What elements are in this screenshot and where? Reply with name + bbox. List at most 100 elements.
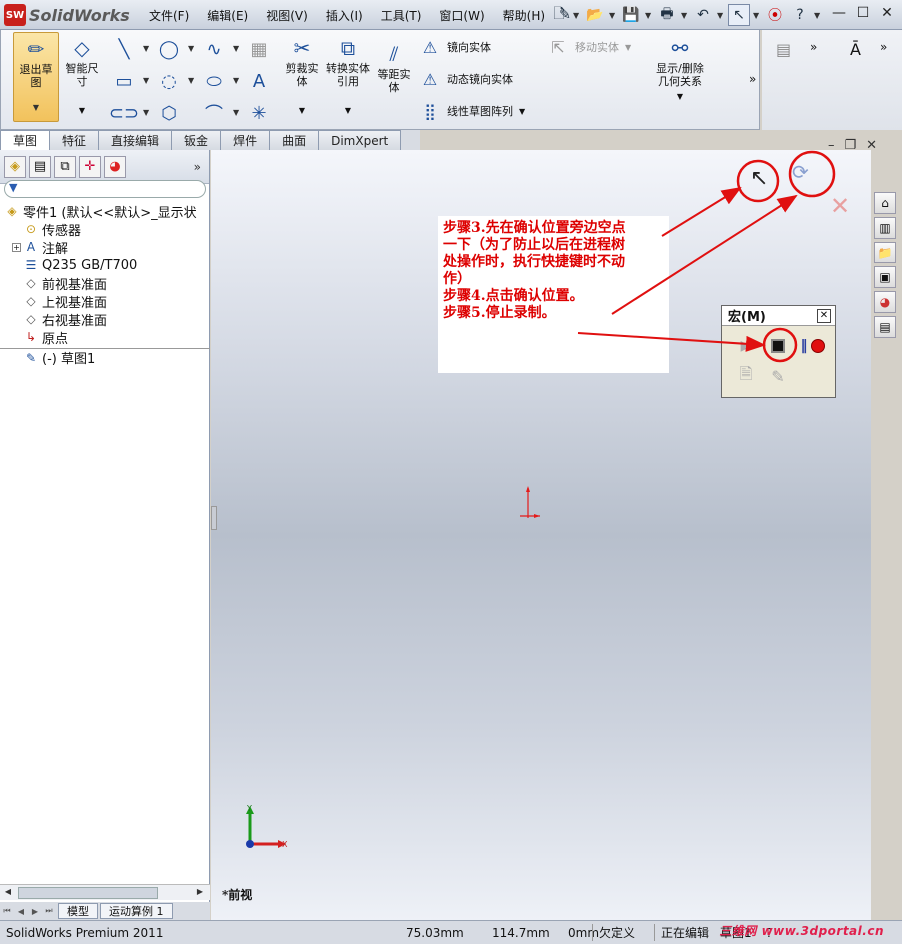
polygon-icon[interactable]: ⬡	[156, 100, 182, 126]
design-library-icon[interactable]: ▥	[874, 216, 896, 239]
convert-dropdown-icon[interactable]: ▼	[345, 104, 351, 117]
tree-item[interactable]: ◇ 上视基准面	[0, 292, 210, 310]
select-dropdown-icon[interactable]: ▼	[753, 11, 761, 20]
construction-grid-icon[interactable]: ▦	[246, 36, 272, 62]
line-icon[interactable]: ╲	[111, 36, 137, 62]
tab-model[interactable]: 模型	[58, 903, 98, 919]
tree-item[interactable]: ◈ 零件1 (默认<<默认>_显示状	[0, 202, 210, 220]
macro-record-icon[interactable]	[808, 336, 828, 356]
appearances-icon[interactable]: ◕	[874, 291, 896, 314]
panel-horizontal-scrollbar[interactable]: ◀ ▶	[0, 884, 210, 900]
first-tab-icon[interactable]: ⏮	[0, 906, 14, 916]
view-palette-icon[interactable]: ▣	[874, 266, 896, 289]
command-more-icon[interactable]: »	[749, 72, 756, 86]
relations-dropdown-icon[interactable]: ▼	[677, 90, 683, 103]
menu-file[interactable]: 文件(F)	[140, 7, 198, 24]
line-dropdown-icon[interactable]: ▼	[143, 44, 149, 53]
move-dropdown-icon[interactable]: ▼	[625, 43, 631, 52]
menu-insert[interactable]: 插入(I)	[317, 7, 372, 24]
macro-close-button[interactable]: ✕	[817, 309, 831, 323]
tree-filter-input[interactable]: ▼	[4, 180, 206, 198]
save-icon[interactable]: 💾	[620, 4, 642, 26]
macro-new-icon[interactable]: 🗎	[736, 364, 756, 386]
new-document-icon[interactable]: 🗋	[548, 4, 570, 26]
tab-weldments[interactable]: 焊件	[220, 130, 271, 150]
tree-item[interactable]: ◇ 右视基准面	[0, 310, 210, 328]
panel-collapse-handle[interactable]	[211, 506, 217, 530]
arc-dropdown-icon[interactable]: ▼	[188, 76, 194, 85]
ellipse-dropdown-icon[interactable]: ▼	[233, 76, 239, 85]
rectangle-icon[interactable]: ▭	[111, 68, 137, 94]
solidworks-logo[interactable]: SW SolidWorks	[4, 3, 138, 27]
circle-dropdown-icon[interactable]: ▼	[188, 44, 194, 53]
menu-edit[interactable]: 编辑(E)	[198, 7, 257, 24]
fillet-icon[interactable]: ⌒	[201, 100, 227, 126]
menu-view[interactable]: 视图(V)	[257, 7, 317, 24]
dynamic-mirror-button[interactable]: ⚠ 动态镜向实体	[419, 68, 513, 90]
panel-more-icon[interactable]: »	[194, 160, 201, 174]
help-question-icon[interactable]: ?	[789, 4, 811, 26]
smart-dimension-dropdown-icon[interactable]: ▼	[79, 104, 85, 117]
smart-dimension-button[interactable]: ◇ 智能尺寸 ▼	[61, 34, 103, 117]
print-dropdown-icon[interactable]: ▼	[681, 11, 689, 20]
dimxpert-manager-tab-icon[interactable]: ✛	[79, 155, 101, 178]
menu-window[interactable]: 窗口(W)	[430, 7, 493, 24]
arc-icon[interactable]: ◌	[156, 68, 182, 94]
spline-icon[interactable]: ∿	[201, 36, 227, 62]
open-dropdown-icon[interactable]: ▼	[609, 11, 617, 20]
maximize-icon[interactable]: ☐	[854, 4, 872, 22]
traffic-light-icon[interactable]: ⦿	[764, 4, 786, 26]
select-cursor-icon[interactable]: ↖	[728, 4, 750, 26]
tree-item[interactable]: ☰ Q235 GB/T700	[0, 256, 210, 274]
prev-tab-icon[interactable]: ◀	[14, 907, 28, 916]
menu-tools[interactable]: 工具(T)	[372, 7, 431, 24]
viewport-minimize-icon[interactable]: –	[828, 138, 835, 153]
linear-pattern-dropdown-icon[interactable]: ▼	[519, 107, 525, 116]
viewport-restore-icon[interactable]: ❐	[845, 138, 857, 153]
tree-item[interactable]: + A 注解	[0, 238, 210, 256]
view-more-icon[interactable]: »	[880, 40, 887, 54]
solidworks-resources-icon[interactable]: ⌂	[874, 192, 896, 214]
convert-entities-button[interactable]: ⧉ 转换实体引用 ▼	[325, 34, 371, 117]
text-icon[interactable]: A	[246, 68, 272, 94]
mirror-entities-button[interactable]: ⚠ 镜向实体	[419, 36, 491, 58]
move-entities-button[interactable]: ⇱ 移动实体 ▼	[547, 36, 631, 58]
next-tab-icon[interactable]: ▶	[28, 907, 42, 916]
fillet-dropdown-icon[interactable]: ▼	[233, 108, 239, 117]
ellipse-icon[interactable]: ⬭	[201, 68, 227, 94]
tab-sheet-metal[interactable]: 钣金	[171, 130, 222, 150]
offset-entities-button[interactable]: ⫽ 等距实体	[373, 40, 415, 95]
view-text-icon[interactable]: Ā	[850, 40, 861, 59]
minimize-icon[interactable]: —	[830, 4, 848, 22]
tree-item[interactable]: ⊙ 传感器	[0, 220, 210, 238]
tab-motion-study[interactable]: 运动算例 1	[100, 903, 173, 919]
configuration-manager-tab-icon[interactable]: ⧉	[54, 155, 76, 178]
exit-sketch-button[interactable]: ✏ 退出草图 ▼	[13, 32, 59, 122]
confirm-sketch-icon[interactable]: ⟳	[792, 160, 809, 184]
extra-more-icon[interactable]: »	[810, 40, 817, 54]
rectangle-dropdown-icon[interactable]: ▼	[143, 76, 149, 85]
cancel-sketch-icon[interactable]: ✕	[830, 192, 850, 220]
feature-manager-tab-icon[interactable]: ◈	[4, 155, 26, 178]
tab-dimxpert[interactable]: DimXpert	[318, 130, 402, 150]
file-explorer-icon[interactable]: 📁	[874, 241, 896, 264]
trim-entities-button[interactable]: ✂ 剪裁实体 ▼	[281, 34, 323, 117]
slot-dropdown-icon[interactable]: ▼	[143, 108, 149, 117]
save-dropdown-icon[interactable]: ▼	[645, 11, 653, 20]
macro-stop-icon[interactable]	[768, 336, 788, 356]
trim-dropdown-icon[interactable]: ▼	[299, 104, 305, 117]
custom-properties-icon[interactable]: ▤	[874, 316, 896, 338]
scroll-right-icon[interactable]: ▶	[194, 887, 206, 899]
point-icon[interactable]: ✳	[246, 100, 272, 126]
tree-expand-icon[interactable]: +	[12, 242, 21, 252]
print-icon[interactable]: 🖶	[656, 4, 678, 26]
circle-icon[interactable]: ◯	[156, 36, 182, 62]
tab-features[interactable]: 特征	[49, 130, 100, 150]
help-dropdown-icon[interactable]: ▼	[814, 11, 822, 20]
tree-item[interactable]: ◇ 前视基准面	[0, 274, 210, 292]
macro-edit-icon[interactable]: ✎	[768, 366, 788, 386]
undo-icon[interactable]: ↶	[692, 4, 714, 26]
scroll-left-icon[interactable]: ◀	[2, 887, 14, 899]
slot-icon[interactable]: ⊂⊃	[109, 100, 139, 126]
linear-pattern-button[interactable]: ⣿ 线性草图阵列 ▼	[419, 100, 525, 122]
